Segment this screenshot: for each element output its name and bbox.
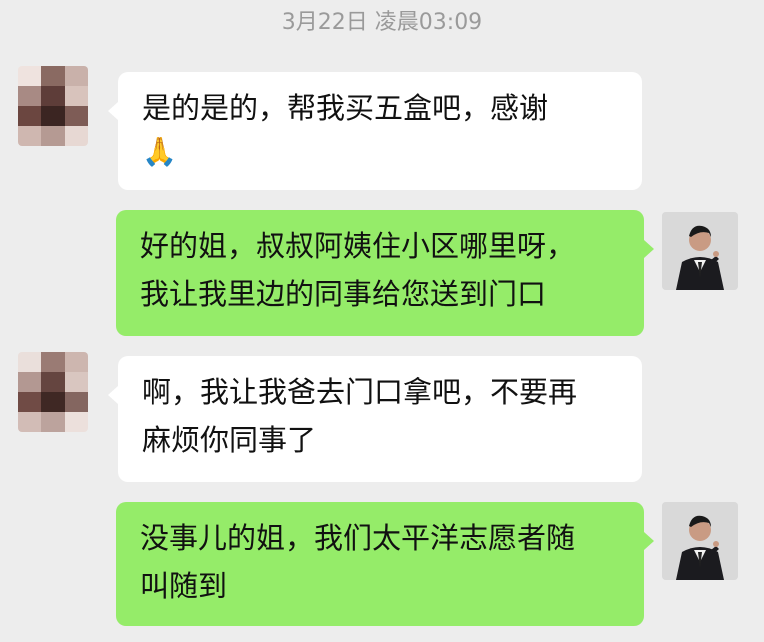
man-in-suit-icon bbox=[662, 212, 738, 290]
message-text: 是的是的，帮我买五盒吧，感谢 bbox=[142, 91, 549, 125]
folded-hands-icon: 🙏 bbox=[142, 135, 177, 168]
message-bubble-outgoing[interactable]: 没事儿的姐，我们太平洋志愿者随 叫随到 bbox=[116, 502, 654, 626]
my-avatar[interactable] bbox=[662, 502, 738, 580]
contact-avatar[interactable] bbox=[18, 352, 88, 432]
message-text-line-2: 我让我里边的同事给您送到门口 bbox=[140, 277, 547, 311]
message-text-line-1: 啊，我让我爸去门口拿吧，不要再 bbox=[142, 375, 578, 409]
message-text-line-2: 麻烦你同事了 bbox=[142, 423, 317, 457]
man-in-suit-icon bbox=[662, 502, 738, 580]
my-avatar[interactable] bbox=[662, 212, 738, 290]
message-bubble-outgoing[interactable]: 好的姐，叔叔阿姨住小区哪里呀， 我让我里边的同事给您送到门口 bbox=[116, 210, 654, 336]
timestamp: 3月22日 凌晨03:09 bbox=[281, 10, 483, 35]
message-text-line-2: 叫随到 bbox=[140, 569, 228, 603]
contact-avatar[interactable] bbox=[18, 66, 88, 146]
message-text-line-1: 没事儿的姐，我们太平洋志愿者随 bbox=[140, 521, 576, 555]
message-bubble-incoming[interactable]: 是的是的，帮我买五盒吧，感谢 🙏 bbox=[108, 72, 642, 190]
message-text-line-1: 好的姐，叔叔阿姨住小区哪里呀， bbox=[140, 229, 576, 263]
message-bubble-incoming[interactable]: 啊，我让我爸去门口拿吧，不要再 麻烦你同事了 bbox=[108, 356, 642, 482]
